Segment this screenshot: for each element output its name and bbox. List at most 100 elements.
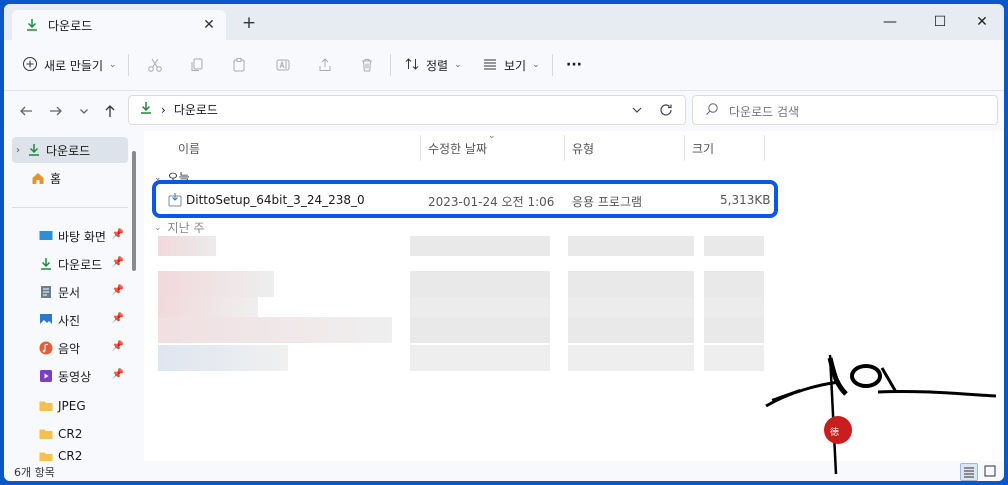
- view-list-icon: [482, 56, 498, 75]
- column-header-type[interactable]: 유형: [572, 135, 594, 161]
- up-arrow-icon[interactable]: [100, 101, 120, 121]
- column-divider[interactable]: [764, 135, 765, 161]
- delete-icon[interactable]: [358, 56, 376, 74]
- sidebar-item-cr2[interactable]: CR2: [12, 421, 128, 447]
- rename-icon[interactable]: [274, 56, 292, 74]
- share-icon[interactable]: [316, 56, 334, 74]
- more-options-button[interactable]: ···: [566, 53, 582, 77]
- column-divider[interactable]: [684, 135, 685, 161]
- minimize-button[interactable]: —: [872, 10, 908, 34]
- sidebar-item-jpeg[interactable]: JPEG: [12, 393, 128, 419]
- download-icon: [26, 142, 42, 158]
- view-label: 보기: [504, 58, 527, 73]
- breadcrumb-location[interactable]: 다운로드: [174, 101, 218, 118]
- folder-icon: [38, 449, 54, 461]
- sidebar-item-home[interactable]: 홈: [12, 165, 128, 191]
- tab-close-icon[interactable]: ✕: [200, 16, 218, 34]
- toolbar-divider: [128, 54, 129, 76]
- sidebar-item-pictures[interactable]: 사진 📌: [12, 307, 128, 333]
- sidebar-item-label: 바탕 화면: [58, 229, 106, 244]
- group-header-earlier[interactable]: ⌄ 지난 주: [154, 219, 204, 236]
- new-tab-button[interactable]: +: [240, 14, 258, 32]
- pictures-icon: [38, 312, 54, 328]
- sidebar-item-downloads[interactable]: 다운로드 📌: [12, 251, 128, 277]
- sidebar-item-label: 다운로드: [46, 143, 91, 158]
- sidebar-item-documents[interactable]: 문서 📌: [12, 279, 128, 305]
- download-icon: [24, 17, 40, 33]
- sidebar-item-label: 홈: [50, 171, 62, 186]
- navigation-pane: › 다운로드 홈 바탕 화면 📌 다운로드 📌 문서 📌 사진 📌 음악 📌 동…: [4, 131, 144, 461]
- title-bar: 다운로드 ✕ + — ☐ ✕: [4, 4, 1004, 40]
- sidebar-item-label: JPEG: [58, 399, 86, 413]
- sort-label: 정렬: [426, 58, 449, 73]
- back-arrow-icon[interactable]: [16, 101, 36, 121]
- signature-watermark: 徳: [760, 350, 1000, 480]
- sort-chevron-icon: ⌄: [488, 131, 496, 141]
- home-icon: [30, 170, 46, 186]
- column-divider[interactable]: [420, 135, 421, 161]
- chevron-right-icon: ›: [16, 144, 20, 156]
- sidebar-item-label: 사진: [58, 313, 81, 328]
- forward-arrow-icon[interactable]: [46, 101, 66, 121]
- sidebar-item-music[interactable]: 음악 📌: [12, 335, 128, 361]
- sidebar-item-label: CR2: [58, 449, 83, 461]
- toolbar-divider: [552, 54, 553, 76]
- group-label: 지난 주: [167, 221, 205, 235]
- refresh-icon[interactable]: [657, 101, 675, 119]
- maximize-button[interactable]: ☐: [922, 10, 958, 34]
- document-icon: [38, 284, 54, 300]
- new-button[interactable]: 새로 만들기 ⌄: [22, 53, 117, 77]
- chevron-down-icon: ⌄: [532, 60, 540, 70]
- sidebar-item-videos[interactable]: 동영상 📌: [12, 363, 128, 389]
- sidebar-item-desktop[interactable]: 바탕 화면 📌: [12, 223, 128, 249]
- download-icon: [38, 256, 54, 272]
- column-divider[interactable]: [564, 135, 565, 161]
- toolbar-divider: [390, 54, 391, 76]
- sidebar-item-label: CR2: [58, 427, 83, 441]
- navigation-bar: › 다운로드 다운로드 검색: [4, 91, 1004, 131]
- pin-icon[interactable]: 📌: [112, 313, 124, 324]
- chevron-down-icon: ⌄: [454, 60, 462, 70]
- recent-locations-chevron-icon[interactable]: [74, 101, 94, 121]
- search-placeholder: 다운로드 검색: [729, 105, 800, 119]
- sort-button[interactable]: 정렬 ⌄: [404, 53, 462, 77]
- address-dropdown-chevron-icon[interactable]: [629, 102, 645, 118]
- selection-highlight-box: [152, 180, 778, 218]
- copy-icon[interactable]: [188, 56, 206, 74]
- sidebar-item-label: 동영상: [58, 369, 92, 384]
- view-button[interactable]: 보기 ⌄: [482, 53, 540, 77]
- sidebar-item-label: 다운로드: [58, 257, 103, 272]
- new-button-label: 새로 만들기: [44, 58, 104, 73]
- desktop-icon: [38, 228, 54, 244]
- breadcrumb-separator: ›: [161, 102, 166, 117]
- search-icon: [705, 102, 721, 118]
- video-icon: [38, 368, 54, 384]
- search-box[interactable]: 다운로드 검색: [692, 95, 998, 125]
- tab-title: 다운로드: [48, 18, 93, 33]
- column-header-modified[interactable]: 수정한 날짜: [428, 135, 487, 161]
- paste-icon[interactable]: [230, 56, 248, 74]
- cut-icon[interactable]: [146, 56, 164, 74]
- column-header-size[interactable]: 크기: [692, 135, 714, 161]
- sidebar-item-cr2-2[interactable]: CR2: [12, 449, 128, 461]
- chevron-down-icon: ⌄: [109, 60, 117, 70]
- chevron-down-icon: ⌄: [154, 222, 162, 233]
- svg-text:徳: 徳: [830, 426, 839, 438]
- sidebar-item-downloads-root[interactable]: › 다운로드: [12, 137, 128, 163]
- sidebar-scrollbar[interactable]: [132, 151, 136, 271]
- tab-downloads[interactable]: 다운로드 ✕: [12, 10, 226, 40]
- item-count: 6개 항목: [14, 466, 55, 479]
- command-bar: 새로 만들기 ⌄ 정렬 ⌄ 보기 ⌄ ···: [4, 40, 1004, 91]
- folder-icon: [38, 398, 54, 414]
- pin-icon[interactable]: 📌: [112, 229, 124, 240]
- pin-icon[interactable]: 📌: [112, 369, 124, 380]
- close-window-button[interactable]: ✕: [964, 10, 1000, 34]
- pin-icon[interactable]: 📌: [112, 257, 124, 268]
- pin-icon[interactable]: 📌: [112, 285, 124, 296]
- column-header-name[interactable]: 이름: [178, 135, 200, 161]
- address-bar[interactable]: › 다운로드: [128, 95, 686, 125]
- sidebar-item-label: 문서: [58, 285, 81, 300]
- sidebar-item-label: 음악: [58, 341, 81, 356]
- pin-icon[interactable]: 📌: [112, 341, 124, 352]
- plus-circle-icon: [22, 56, 38, 75]
